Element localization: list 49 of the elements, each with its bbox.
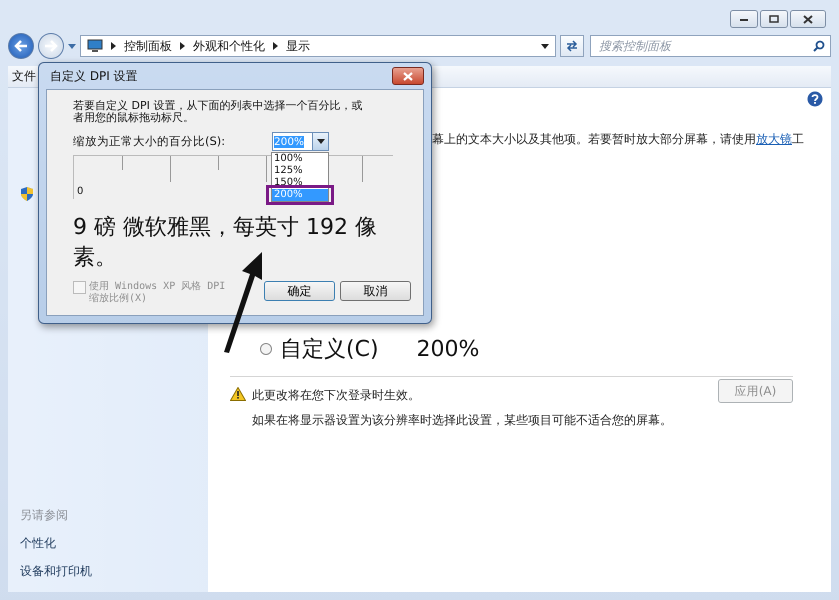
refresh-button[interactable] <box>560 35 584 57</box>
warning-icon <box>230 387 246 401</box>
help-icon[interactable] <box>807 91 823 107</box>
highlight-frame <box>266 185 334 205</box>
magnifier-link[interactable]: 放大镜 <box>756 132 792 146</box>
cancel-button[interactable]: 取消 <box>340 281 412 301</box>
notice-title: 此更改将在您下次登录时生效。 <box>252 387 421 404</box>
ruler-label: 0 <box>77 186 84 197</box>
close-button[interactable] <box>392 67 424 85</box>
close-icon <box>803 14 813 24</box>
forward-arrow-icon <box>44 40 58 52</box>
preview-text: 9 磅 微软雅黑，每英寸 192 像素。 <box>73 214 378 272</box>
notice-detail: 如果在将显示器设置为该分辨率时选择此设置，某些项目可能不适合您的屏幕。 <box>252 412 673 429</box>
radio-button[interactable] <box>260 343 272 355</box>
scale-label: 缩放为正常大小的百分比(S): <box>73 134 226 149</box>
option-label: 自定义(C) <box>280 336 379 364</box>
shield-icon <box>20 186 34 202</box>
minimize-button[interactable] <box>730 10 758 28</box>
minimize-icon <box>740 18 748 20</box>
checkbox-label: 使用 Windows XP 风格 DPI 缩放比例(X) <box>89 281 226 305</box>
sidebar-link[interactable]: 个性化 <box>20 535 208 552</box>
chevron-icon <box>272 42 278 50</box>
option-value: 200% <box>416 336 480 362</box>
search-icon <box>812 40 825 52</box>
breadcrumb-item[interactable]: 外观和个性化 <box>192 38 265 54</box>
back-button[interactable] <box>8 33 34 59</box>
chevron-icon <box>110 42 116 50</box>
dropdown-caret-icon[interactable] <box>541 44 550 48</box>
refresh-arrows-icon <box>565 40 580 52</box>
search-field[interactable]: 搜索控制面板 <box>590 35 831 57</box>
maximize-icon <box>769 15 779 23</box>
monitor-icon <box>86 39 103 53</box>
ok-button[interactable]: 确定 <box>264 281 335 301</box>
sidebar-link[interactable]: 设备和打印机 <box>20 563 208 580</box>
see-also-heading: 另请参阅 <box>20 507 69 524</box>
description-text: 幕上的文本大小以及其他项。若要暂时放大部分屏幕，请使用放大镜工 <box>432 131 805 148</box>
menu-item[interactable]: 文件 <box>12 68 36 85</box>
maximize-button[interactable] <box>760 10 788 28</box>
back-arrow-icon <box>14 40 28 52</box>
forward-button[interactable] <box>38 33 64 59</box>
close-button[interactable] <box>790 10 826 28</box>
instruction-text: 若要自定义 DPI 设置，从下面的列表中选择一个百分比，或者用您的鼠标拖动标尺。 <box>73 100 364 124</box>
chevron-icon <box>180 42 185 50</box>
close-icon <box>403 72 413 80</box>
breadcrumb-item[interactable]: 显示 <box>286 38 310 54</box>
dropdown-caret-icon <box>316 139 324 144</box>
dialog-title: 自定义 DPI 设置 <box>50 68 138 84</box>
address-bar[interactable]: 控制面板 外观和个性化 显示 <box>80 35 556 57</box>
breadcrumb-item[interactable]: 控制面板 <box>124 38 172 54</box>
